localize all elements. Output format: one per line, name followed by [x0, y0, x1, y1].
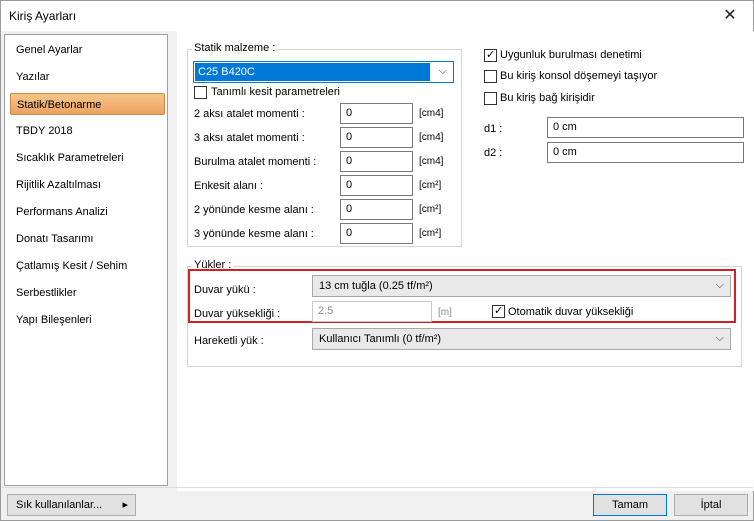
sidebar-item-genel-ayarlar[interactable]: Genel Ayarlar [10, 39, 165, 61]
chevron-down-icon: ⌵ [715, 279, 724, 291]
statik-malzeme-label: Statik malzeme : [192, 42, 278, 54]
live-load-label: Hareketli yük : [194, 335, 264, 347]
torsion-check-checkbox[interactable] [484, 49, 497, 62]
field-unit: [cm4] [419, 132, 444, 143]
favorites-button[interactable]: Sık kullanılanlar... ▸ [7, 494, 136, 516]
torsion-input[interactable]: 0 [340, 151, 413, 172]
chevron-down-icon: ⌵ [715, 332, 724, 344]
shear-2-input[interactable]: 0 [340, 199, 413, 220]
auto-height-label: Otomatik duvar yüksekliği [508, 306, 634, 318]
field-unit: [cm²] [419, 228, 442, 239]
custom-section-label: Tanımlı kesit parametreleri [211, 86, 340, 98]
d1-label: d1 : [484, 123, 503, 135]
sidebar-item-tbdy-2018[interactable]: TBDY 2018 [10, 120, 165, 142]
dialog-window: Kiriş Ayarları ✕ Genel Ayarlar Yazılar S… [0, 0, 754, 521]
field-unit: [cm²] [419, 180, 442, 191]
ok-button[interactable]: Tamam [593, 494, 667, 516]
auto-height-checkbox[interactable] [492, 305, 505, 318]
sidebar-item-performans[interactable]: Performans Analizi [10, 201, 165, 223]
tie-beam-label: Bu kiriş bağ kirişidir [500, 92, 595, 104]
cantilever-checkbox[interactable] [484, 70, 497, 83]
footer-divider [1, 487, 753, 488]
cancel-button[interactable]: İptal [674, 494, 748, 516]
field-label: 2 aksı atalet momenti : [194, 108, 305, 120]
window-title: Kiriş Ayarları [9, 9, 77, 23]
area-input[interactable]: 0 [340, 175, 413, 196]
sidebar-item-yapi-bilesenleri[interactable]: Yapı Bileşenleri [10, 309, 165, 331]
chevron-down-icon: ⌵ [438, 65, 447, 77]
wall-height-input[interactable]: 2.5 [312, 301, 432, 322]
custom-section-checkbox[interactable] [194, 86, 207, 99]
field-unit: [cm²] [419, 204, 442, 215]
sidebar: Genel Ayarlar Yazılar Statik/Betonarme T… [4, 34, 168, 486]
sidebar-item-sicaklik[interactable]: Sıcaklık Parametreleri [10, 147, 165, 169]
wall-load-label: Duvar yükü : [194, 284, 256, 296]
sidebar-item-yazilar[interactable]: Yazılar [10, 66, 165, 88]
sidebar-item-serbestlikler[interactable]: Serbestlikler [10, 282, 165, 304]
sidebar-item-statik-betonarme[interactable]: Statik/Betonarme [10, 93, 165, 115]
field-label: 3 aksı atalet momenti : [194, 132, 305, 144]
moment-3-input[interactable]: 0 [340, 127, 413, 148]
d1-input[interactable]: 0 cm [547, 117, 744, 138]
torsion-check-label: Uygunluk burulması denetimi [500, 49, 642, 61]
field-unit: [cm4] [419, 108, 444, 119]
favorites-label: Sık kullanılanlar... [16, 499, 103, 511]
title-bar: Kiriş Ayarları ✕ [1, 1, 753, 31]
d2-input[interactable]: 0 cm [547, 142, 744, 163]
live-load-value: Kullanıcı Tanımlı (0 tf/m²) [319, 333, 442, 345]
field-label: Burulma atalet momenti : [194, 156, 317, 168]
tie-beam-checkbox[interactable] [484, 92, 497, 105]
sidebar-item-donati[interactable]: Donatı Tasarımı [10, 228, 165, 250]
wall-load-select[interactable]: 13 cm tuğla (0.25 tf/m²) ⌵ [312, 275, 731, 297]
sidebar-item-catlamis-kesit[interactable]: Çatlamış Kesit / Sehim [10, 255, 165, 277]
wall-height-unit: [m] [438, 307, 452, 318]
cantilever-label: Bu kiriş konsol döşemeyi taşıyor [500, 70, 658, 82]
close-icon[interactable]: ✕ [707, 1, 753, 31]
shear-3-input[interactable]: 0 [340, 223, 413, 244]
moment-2-input[interactable]: 0 [340, 103, 413, 124]
wall-load-value: 13 cm tuğla (0.25 tf/m²) [319, 280, 433, 292]
chevron-right-icon: ▸ [122, 499, 128, 511]
material-value: C25 B420C [195, 63, 430, 81]
field-unit: [cm4] [419, 156, 444, 167]
material-select[interactable]: C25 B420C ⌵ [193, 61, 454, 83]
field-label: Enkesit alanı : [194, 180, 264, 192]
live-load-select[interactable]: Kullanıcı Tanımlı (0 tf/m²) ⌵ [312, 328, 731, 350]
field-label: 2 yönünde kesme alanı : [194, 204, 314, 216]
sidebar-item-rijitlik[interactable]: Rijitlik Azaltılması [10, 174, 165, 196]
d2-label: d2 : [484, 147, 503, 159]
field-label: 3 yönünde kesme alanı : [194, 228, 314, 240]
wall-height-label: Duvar yüksekliği : [194, 308, 281, 320]
